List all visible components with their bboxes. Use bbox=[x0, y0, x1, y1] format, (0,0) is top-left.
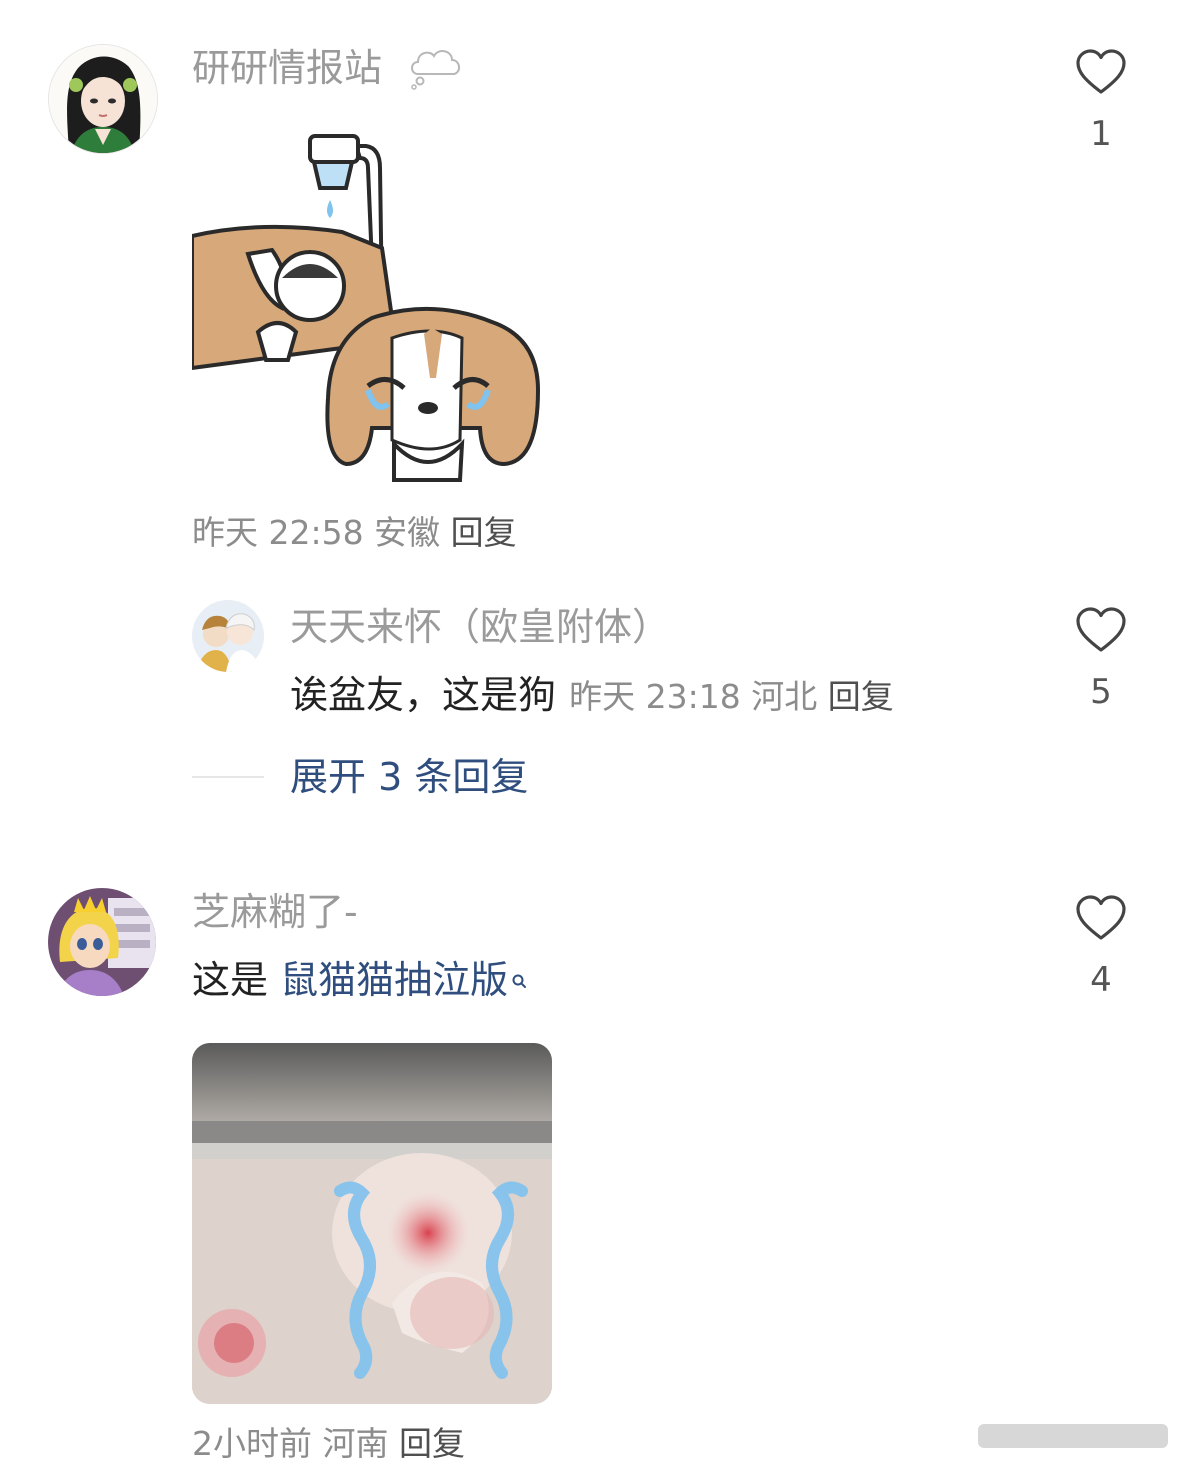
reply-button[interactable]: 回复 bbox=[399, 1424, 465, 1463]
like-count: 5 bbox=[1090, 672, 1112, 712]
like-count: 4 bbox=[1090, 960, 1112, 1000]
search-icon[interactable] bbox=[510, 957, 528, 1003]
comment-image[interactable] bbox=[190, 128, 552, 490]
comment-time: 2小时前 bbox=[192, 1424, 312, 1463]
comment-time: 昨天 22:58 bbox=[192, 513, 364, 552]
username-text[interactable]: 芝麻糊了- bbox=[192, 890, 358, 934]
username-text[interactable]: 研研情报站 bbox=[192, 46, 382, 90]
comment-text-prefix: 这是 bbox=[192, 958, 281, 1002]
reply-text: 诶盆友，这是狗 bbox=[290, 673, 557, 717]
comment-text: 这是 鼠猫猫抽泣版 bbox=[192, 957, 528, 1003]
comment-location: 安徽 bbox=[374, 513, 441, 552]
topic-link[interactable]: 鼠猫猫抽泣版 bbox=[280, 958, 508, 1002]
reply-time: 昨天 23:18 bbox=[569, 677, 741, 716]
comment-image[interactable] bbox=[192, 1043, 552, 1404]
comment-username[interactable]: 研研情报站 bbox=[192, 45, 382, 91]
comment-location: 河南 bbox=[322, 1424, 389, 1463]
reply-button[interactable]: 回复 bbox=[828, 677, 894, 716]
reply-body: 诶盆友，这是狗 昨天 23:18 河北 回复 bbox=[290, 672, 894, 718]
comment-meta: 昨天 22:58 安徽 回复 bbox=[192, 513, 517, 553]
expand-divider bbox=[192, 776, 264, 778]
heart-icon bbox=[1076, 895, 1126, 940]
avatar[interactable] bbox=[48, 44, 158, 154]
reply-location: 河北 bbox=[751, 677, 818, 716]
thought-bubble-icon bbox=[408, 44, 462, 90]
avatar[interactable] bbox=[48, 888, 156, 996]
like-button[interactable]: 1 bbox=[1071, 48, 1131, 154]
heart-icon bbox=[1076, 49, 1126, 94]
avatar[interactable] bbox=[192, 600, 264, 672]
home-indicator[interactable] bbox=[978, 1424, 1168, 1448]
like-count: 1 bbox=[1090, 114, 1112, 154]
heart-icon bbox=[1076, 607, 1126, 652]
like-button[interactable]: 5 bbox=[1071, 606, 1131, 712]
comment-username[interactable]: 芝麻糊了- bbox=[192, 889, 358, 935]
expand-replies-button[interactable]: 展开 3 条回复 bbox=[290, 754, 528, 800]
comment-meta: 2小时前 河南 回复 bbox=[192, 1424, 465, 1464]
like-button[interactable]: 4 bbox=[1071, 894, 1131, 1000]
reply-username[interactable]: 天天来怀（欧皇附体） bbox=[290, 604, 670, 650]
reply-button[interactable]: 回复 bbox=[451, 513, 517, 552]
username-text[interactable]: 天天来怀（欧皇附体） bbox=[290, 605, 670, 649]
